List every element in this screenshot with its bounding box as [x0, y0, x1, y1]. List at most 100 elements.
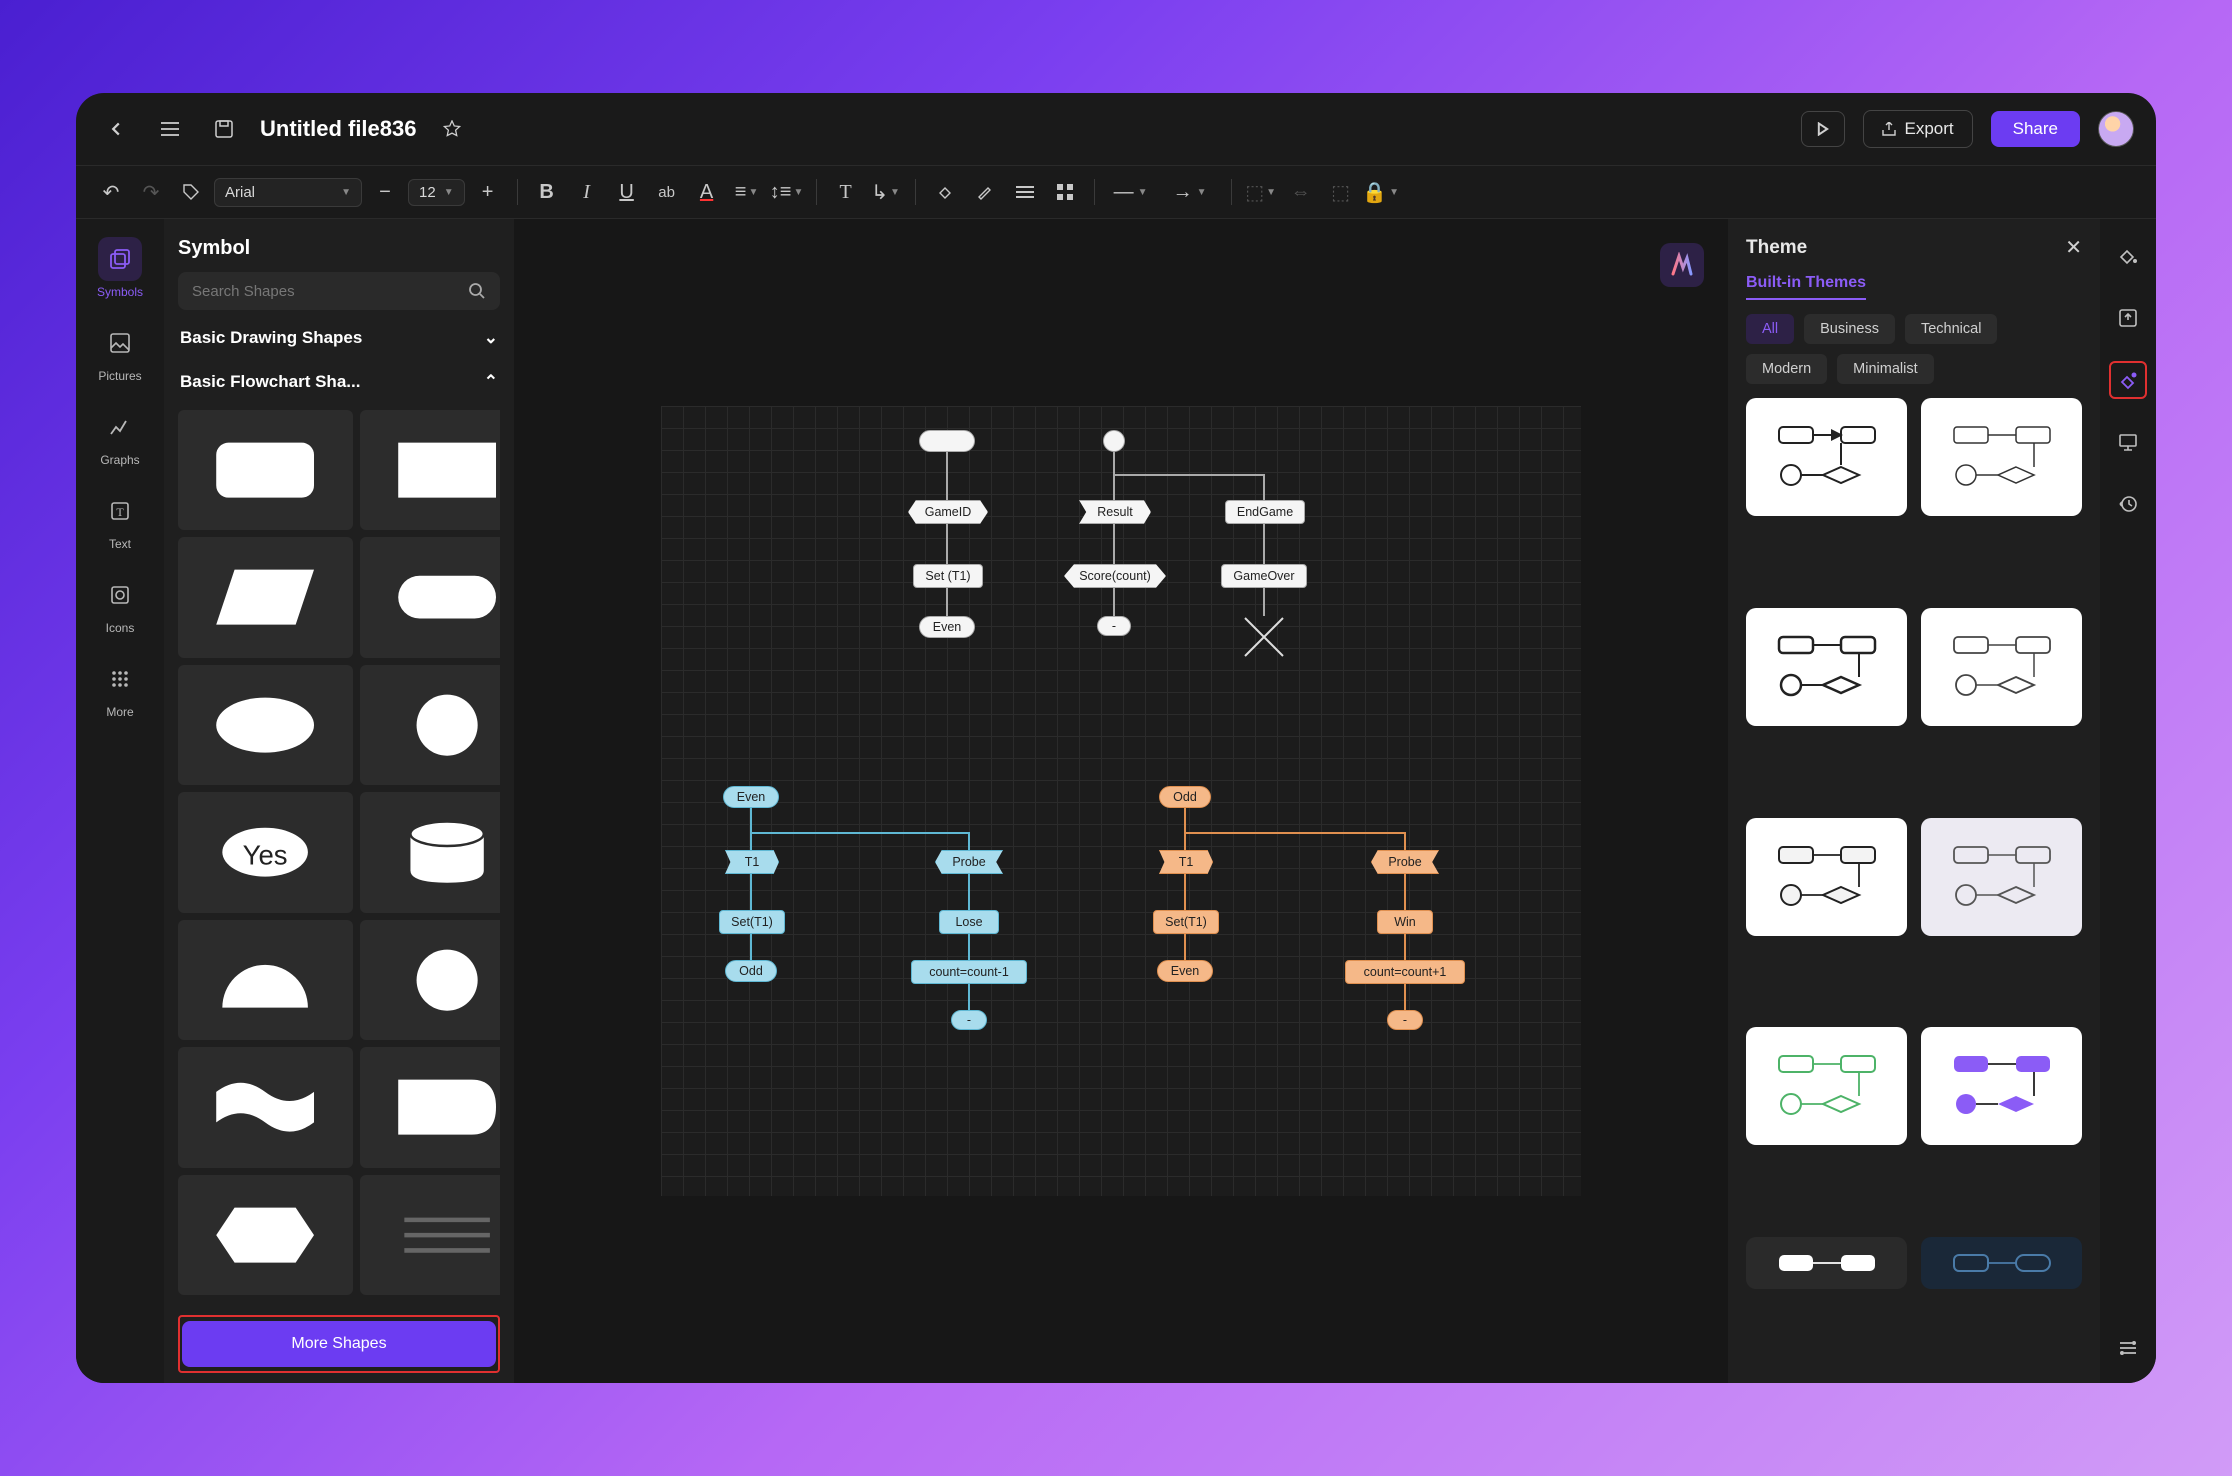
- filter-modern[interactable]: Modern: [1746, 354, 1827, 384]
- grid-icon[interactable]: [1048, 175, 1082, 209]
- theme-card[interactable]: [1921, 1027, 2082, 1145]
- tab-builtin-themes[interactable]: Built-in Themes: [1746, 274, 1866, 300]
- shape-bullet[interactable]: [360, 1047, 500, 1167]
- rail-text[interactable]: T Text: [98, 489, 142, 551]
- filter-business[interactable]: Business: [1804, 314, 1895, 344]
- fill-tool-icon[interactable]: [2109, 237, 2147, 275]
- shape-yes[interactable]: Yes: [178, 792, 353, 912]
- category-basic-flowchart[interactable]: Basic Flowchart Sha... ⌃: [178, 366, 500, 398]
- node-blue-odd[interactable]: Odd: [725, 960, 777, 982]
- node-orange-odd[interactable]: Odd: [1159, 786, 1211, 808]
- filter-all[interactable]: All: [1746, 314, 1794, 344]
- node-gameover[interactable]: GameOver: [1221, 564, 1307, 588]
- shape-half-circle[interactable]: [178, 920, 353, 1040]
- share-button[interactable]: Share: [1991, 111, 2080, 147]
- export-button[interactable]: Export: [1863, 110, 1972, 148]
- italic-icon[interactable]: I: [570, 175, 604, 209]
- node-result[interactable]: Result: [1079, 500, 1151, 524]
- node-orange-t1[interactable]: T1: [1159, 850, 1213, 874]
- more-shapes-button[interactable]: More Shapes: [182, 1321, 496, 1367]
- shape-stadium[interactable]: [360, 537, 500, 657]
- search-input[interactable]: [192, 283, 460, 300]
- layers-icon[interactable]: ⬚▼: [1244, 175, 1278, 209]
- distribute-icon[interactable]: ⇔: [1284, 175, 1318, 209]
- fill-color-icon[interactable]: [928, 175, 962, 209]
- node-gameid[interactable]: GameID: [908, 500, 988, 524]
- font-increase[interactable]: +: [471, 175, 505, 209]
- font-decrease[interactable]: −: [368, 175, 402, 209]
- tag-icon[interactable]: [174, 175, 208, 209]
- filter-minimalist[interactable]: Minimalist: [1837, 354, 1933, 384]
- shape-ellipse[interactable]: [178, 665, 353, 785]
- presentation-icon[interactable]: [2109, 423, 2147, 461]
- font-size-select[interactable]: 12 ▼: [408, 179, 465, 206]
- shape-rounded-rect[interactable]: [178, 410, 353, 530]
- shape-rect[interactable]: [360, 410, 500, 530]
- export-page-icon[interactable]: [2109, 299, 2147, 337]
- rail-more[interactable]: More: [98, 657, 142, 719]
- rail-symbols[interactable]: Symbols: [97, 237, 143, 299]
- highlight-icon[interactable]: [968, 175, 1002, 209]
- node-blue-lose[interactable]: Lose: [939, 910, 999, 934]
- node-orange-set[interactable]: Set(T1): [1153, 910, 1219, 934]
- shape-cylinder[interactable]: [360, 792, 500, 912]
- node-orange-count[interactable]: count=count+1: [1345, 960, 1465, 984]
- node-blue-dash[interactable]: -: [951, 1010, 987, 1030]
- node-blue-set[interactable]: Set(T1): [719, 910, 785, 934]
- redo-icon[interactable]: ↷: [134, 175, 168, 209]
- theme-card[interactable]: [1921, 1237, 2082, 1289]
- underline-icon[interactable]: U: [610, 175, 644, 209]
- font-family-select[interactable]: Arial ▼: [214, 178, 362, 207]
- shape-tape[interactable]: [178, 1047, 353, 1167]
- theme-card[interactable]: [1746, 608, 1907, 726]
- history-icon[interactable]: [2109, 485, 2147, 523]
- node-score[interactable]: Score(count): [1064, 564, 1166, 588]
- theme-tool-icon[interactable]: [2109, 361, 2147, 399]
- close-icon[interactable]: ✕: [2065, 235, 2082, 260]
- settings-icon[interactable]: [2109, 1329, 2147, 1367]
- theme-card[interactable]: [1921, 818, 2082, 936]
- node-blue-even[interactable]: Even: [723, 786, 779, 808]
- shape-hexagon[interactable]: [178, 1175, 353, 1295]
- connector-tool-icon[interactable]: ↳▼: [869, 175, 903, 209]
- bold-icon[interactable]: B: [530, 175, 564, 209]
- theme-card[interactable]: [1746, 818, 1907, 936]
- ai-assistant-button[interactable]: [1660, 243, 1704, 287]
- text-tool-icon[interactable]: T: [829, 175, 863, 209]
- rail-icons[interactable]: Icons: [98, 573, 142, 635]
- arrow-style-icon[interactable]: → ▼: [1161, 175, 1219, 209]
- rail-pictures[interactable]: Pictures: [98, 321, 142, 383]
- shape-parallelogram[interactable]: [178, 537, 353, 657]
- node-orange-probe[interactable]: Probe: [1371, 850, 1439, 874]
- search-shapes[interactable]: [178, 272, 500, 310]
- node-endgame[interactable]: EndGame: [1225, 500, 1305, 524]
- font-color-icon[interactable]: A: [690, 175, 724, 209]
- user-avatar[interactable]: [2098, 111, 2134, 147]
- node-dash[interactable]: -: [1097, 616, 1131, 636]
- node-set-t1[interactable]: Set (T1): [913, 564, 983, 588]
- align-icon[interactable]: ≡▼: [730, 175, 764, 209]
- theme-card[interactable]: [1746, 1237, 1907, 1289]
- node-orange-dash[interactable]: -: [1387, 1010, 1423, 1030]
- category-basic-drawing[interactable]: Basic Drawing Shapes ⌄: [178, 322, 500, 354]
- play-button[interactable]: [1801, 111, 1845, 147]
- undo-icon[interactable]: ↶: [94, 175, 128, 209]
- canvas[interactable]: GameID Set (T1) Even Result Score(count)…: [661, 406, 1581, 1196]
- star-button[interactable]: [434, 111, 470, 147]
- node-blue-probe[interactable]: Probe: [935, 850, 1003, 874]
- line-style-icon[interactable]: — ▼: [1107, 175, 1155, 209]
- menu-button[interactable]: [152, 111, 188, 147]
- node-orange-even[interactable]: Even: [1157, 960, 1213, 982]
- node-blue-t1[interactable]: T1: [725, 850, 779, 874]
- shape-circle[interactable]: [360, 665, 500, 785]
- theme-card[interactable]: [1746, 398, 1907, 516]
- save-icon[interactable]: [206, 111, 242, 147]
- shape-circle2[interactable]: [360, 920, 500, 1040]
- file-title[interactable]: Untitled file836: [260, 116, 416, 142]
- group-icon[interactable]: ⬚: [1324, 175, 1358, 209]
- lock-icon[interactable]: 🔒▼: [1364, 175, 1398, 209]
- strikethrough-icon[interactable]: ab: [650, 175, 684, 209]
- filter-technical[interactable]: Technical: [1905, 314, 1997, 344]
- shape-lines[interactable]: [360, 1175, 500, 1295]
- back-button[interactable]: [98, 111, 134, 147]
